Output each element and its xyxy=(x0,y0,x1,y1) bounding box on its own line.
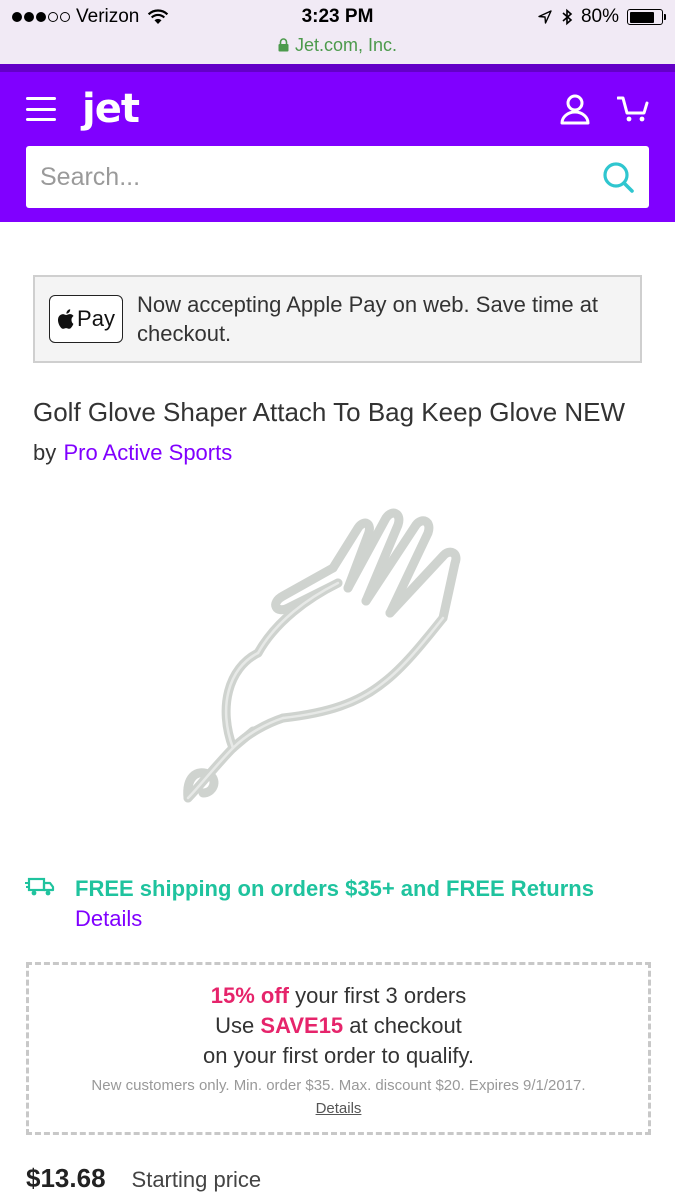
shipping-info: FREE shipping on orders $35+ and FREE Re… xyxy=(25,874,642,934)
truck-icon xyxy=(25,877,55,896)
price-value: $13.68 xyxy=(26,1163,106,1193)
promo-code: SAVE15 xyxy=(260,1013,344,1038)
promo-details-link[interactable]: Details xyxy=(316,1100,362,1117)
glove-shaper-image xyxy=(182,508,460,803)
promo-discount: 15% off xyxy=(210,983,289,1008)
jet-logo[interactable]: jet xyxy=(82,89,140,129)
cart-icon[interactable] xyxy=(617,95,649,123)
menu-icon[interactable] xyxy=(26,97,56,121)
price-row: $13.68 Starting price xyxy=(26,1163,642,1194)
product-title: Golf Glove Shaper Attach To Bag Keep Glo… xyxy=(33,397,626,427)
apple-pay-message: Now accepting Apple Pay on web. Save tim… xyxy=(137,292,599,346)
lock-icon xyxy=(278,38,289,52)
apple-pay-banner: Pay Now accepting Apple Pay on web. Save… xyxy=(33,275,642,363)
by-label: by xyxy=(33,440,57,465)
wifi-icon xyxy=(148,9,169,24)
account-icon[interactable] xyxy=(559,93,591,125)
product-title-block: Golf Glove Shaper Attach To Bag Keep Glo… xyxy=(33,393,642,472)
apple-pay-badge: Pay xyxy=(49,295,123,343)
brand-link[interactable]: Pro Active Sports xyxy=(63,440,232,465)
promo-fine-print: New customers only. Min. order $35. Max.… xyxy=(91,1077,586,1094)
promo-box: 15% off your first 3 orders Use SAVE15 a… xyxy=(26,962,651,1135)
url-bar[interactable]: Jet.com, Inc. xyxy=(0,34,675,56)
bluetooth-icon xyxy=(562,8,573,26)
url-text: Jet.com, Inc. xyxy=(294,34,398,55)
promo-line-2: Use SAVE15 at checkout xyxy=(215,1013,462,1038)
price-label: Starting price xyxy=(131,1167,262,1192)
search-input[interactable] xyxy=(40,162,601,192)
promo-line-1: 15% off your first 3 orders xyxy=(210,983,467,1008)
free-shipping-text: FREE shipping on orders $35+ and FREE Re… xyxy=(75,876,594,901)
carrier-name: Verizon xyxy=(76,6,140,27)
location-arrow-icon xyxy=(538,10,552,24)
battery-percent: 80% xyxy=(580,6,619,27)
cellular-signal-icon xyxy=(12,12,70,22)
shipping-details-link[interactable]: Details xyxy=(75,904,594,934)
site-header: jet xyxy=(0,64,675,222)
apple-logo-icon xyxy=(58,309,74,329)
promo-line-3: on your first order to qualify. xyxy=(202,1043,475,1068)
search-icon[interactable] xyxy=(601,160,635,194)
product-page: Pay Now accepting Apple Pay on web. Save… xyxy=(0,275,675,1194)
product-image[interactable] xyxy=(33,482,642,834)
battery-icon xyxy=(627,9,666,25)
search-bar xyxy=(26,146,649,208)
ios-status-bar: Verizon 3:23 PM 80% Jet.com, Inc. xyxy=(0,0,675,64)
